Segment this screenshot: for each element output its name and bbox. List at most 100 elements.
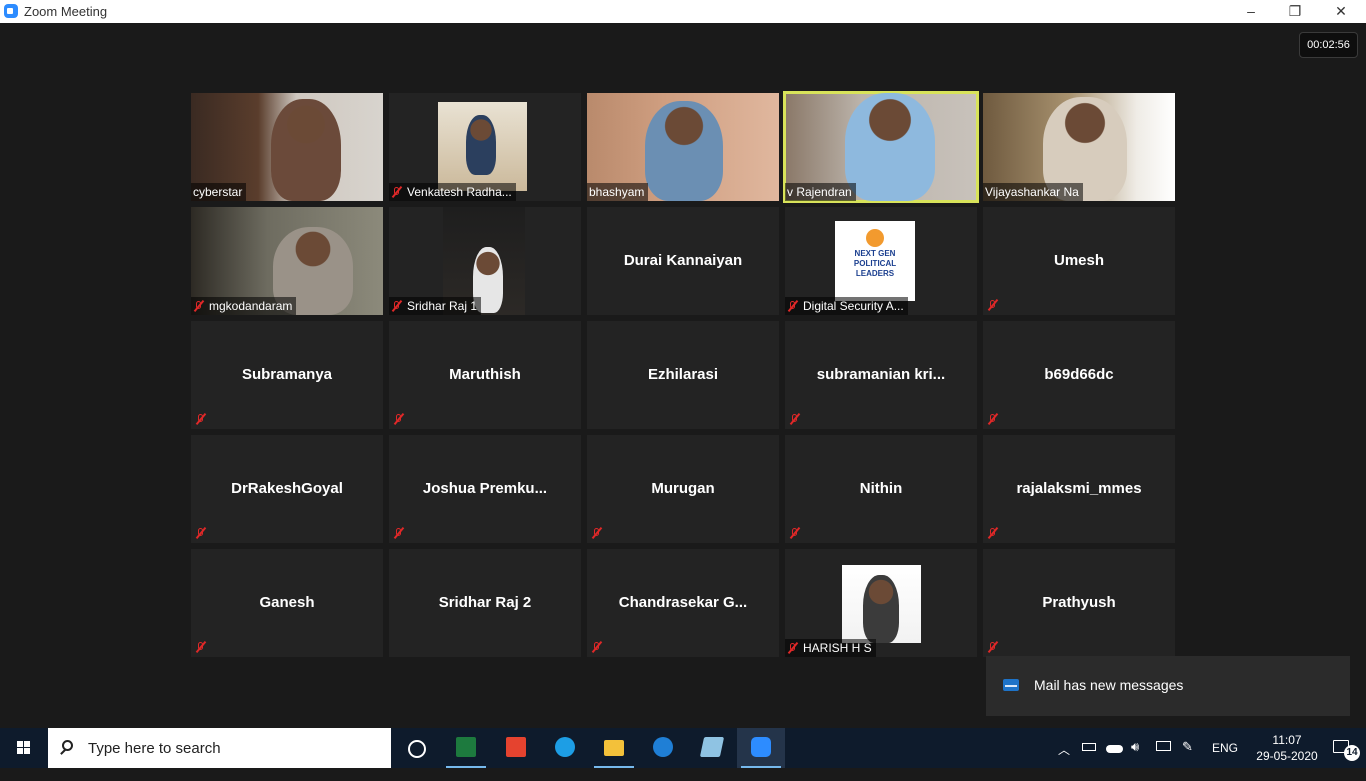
- search-placeholder: Type here to search: [88, 740, 221, 757]
- participant-name: cyberstar: [193, 185, 243, 199]
- participant-tile[interactable]: Vijayashankar Na: [983, 93, 1175, 201]
- participant-tile[interactable]: Chandrasekar G...: [587, 549, 779, 657]
- excel-taskbar-button[interactable]: [442, 728, 490, 768]
- participant-name: Umesh: [1053, 252, 1105, 269]
- task-view-icon: [408, 740, 426, 758]
- battery-icon[interactable]: [1082, 740, 1096, 754]
- participant-name: b69d66dc: [1044, 366, 1114, 383]
- participant-tile[interactable]: NEXT GEN POLITICAL LEADERS Digital Securit…: [785, 207, 977, 315]
- restore-button[interactable]: ❐: [1272, 0, 1318, 23]
- participant-video: [271, 99, 341, 201]
- taskbar-search-box[interactable]: Type here to search: [48, 728, 391, 768]
- participant-tile[interactable]: Venkatesh Radha...: [389, 93, 581, 201]
- participant-tile[interactable]: b69d66dc: [983, 321, 1175, 429]
- participant-nametag: v Rajendran: [785, 183, 856, 201]
- logo-mark-icon: [866, 229, 884, 247]
- participant-name: Sridhar Raj 2: [438, 594, 532, 611]
- participant-tile[interactable]: v Rajendran: [783, 91, 979, 203]
- participant-tile[interactable]: Prathyush: [983, 549, 1175, 657]
- participant-tile[interactable]: rajalaksmi_mmes: [983, 435, 1175, 543]
- skype-taskbar-button[interactable]: [541, 728, 589, 768]
- window-title: Zoom Meeting: [24, 4, 108, 19]
- minimize-button[interactable]: –: [1228, 0, 1274, 23]
- clock-time: 11:07: [1272, 733, 1302, 747]
- participant-tile[interactable]: Sridhar Raj 2: [389, 549, 581, 657]
- mic-muted-icon: [391, 300, 403, 312]
- mic-muted-icon: [987, 527, 999, 539]
- participant-name: Nithin: [859, 480, 903, 497]
- participant-name: Durai Kannaiyan: [623, 252, 743, 269]
- participant-tile[interactable]: Ganesh: [191, 549, 383, 657]
- file-explorer-taskbar-button[interactable]: [590, 728, 638, 768]
- participant-nametag: mgkodandaram: [191, 297, 297, 315]
- wps-taskbar-button[interactable]: [492, 728, 540, 768]
- participant-tile[interactable]: DrRakeshGoyal: [191, 435, 383, 543]
- edge-taskbar-button[interactable]: [639, 728, 687, 768]
- participant-tile[interactable]: Nithin: [785, 435, 977, 543]
- mic-muted-icon: [591, 527, 603, 539]
- participant-name: Joshua Premku...: [422, 480, 548, 497]
- participant-name: Maruthish: [449, 366, 521, 383]
- excel-icon: [456, 737, 476, 757]
- participant-name: mgkodandaram: [209, 299, 293, 313]
- participant-nametag: cyberstar: [191, 183, 247, 201]
- zoom-app-icon: [4, 4, 18, 18]
- participant-tile[interactable]: Joshua Premku...: [389, 435, 581, 543]
- taskbar-clock[interactable]: 11:07 29-05-2020: [1252, 732, 1322, 764]
- mic-muted-icon: [195, 641, 207, 653]
- participant-name: Ezhilarasi: [647, 366, 719, 383]
- file-explorer-icon: [604, 740, 624, 756]
- language-indicator[interactable]: ENG: [1212, 741, 1238, 781]
- onedrive-icon[interactable]: [1106, 740, 1124, 754]
- chevron-up-icon[interactable]: ︿: [1058, 741, 1070, 781]
- participant-tile[interactable]: Maruthish: [389, 321, 581, 429]
- participant-nametag: Digital Security A...: [785, 297, 908, 315]
- mic-muted-icon: [987, 299, 999, 311]
- participant-tile[interactable]: mgkodandaram: [191, 207, 383, 315]
- edge-icon: [653, 737, 673, 757]
- task-view-button[interactable]: [392, 728, 440, 768]
- participant-video: [466, 115, 496, 175]
- mic-muted-icon: [789, 413, 801, 425]
- network-icon[interactable]: [1156, 740, 1172, 754]
- participant-name: HARISH H S: [803, 641, 872, 655]
- participant-name: Chandrasekar G...: [618, 594, 748, 611]
- mic-muted-icon: [987, 641, 999, 653]
- title-bar: Zoom Meeting – ❐ ✕: [0, 0, 1366, 23]
- mail-icon: [1003, 679, 1019, 691]
- participant-name: DrRakeshGoyal: [231, 480, 343, 497]
- wps-icon: [506, 737, 526, 757]
- participant-name: Subramanya: [241, 366, 333, 383]
- participant-tile[interactable]: Ezhilarasi: [587, 321, 779, 429]
- start-button[interactable]: [0, 728, 48, 768]
- taskbar: Type here to search ︿ 🔊︎ ✎ ENG 11:07 29-: [0, 728, 1366, 768]
- participant-nametag: Sridhar Raj 1: [389, 297, 482, 315]
- participant-tile[interactable]: Durai Kannaiyan: [587, 207, 779, 315]
- participant-name: Ganesh: [259, 594, 315, 611]
- close-button[interactable]: ✕: [1318, 0, 1364, 23]
- participant-nametag: bhashyam: [587, 183, 649, 201]
- notepad-taskbar-button[interactable]: [688, 728, 736, 768]
- participant-tile[interactable]: bhashyam: [587, 93, 779, 201]
- clock-date: 29-05-2020: [1256, 749, 1318, 763]
- search-icon: [62, 740, 73, 751]
- participant-name: Vijayashankar Na: [985, 185, 1079, 199]
- pen-icon[interactable]: ✎: [1182, 739, 1193, 779]
- participant-name: Prathyush: [1042, 594, 1116, 611]
- participant-tile[interactable]: cyberstar: [191, 93, 383, 201]
- mail-notification-toast[interactable]: Mail has new messages: [986, 656, 1350, 716]
- mic-muted-icon: [393, 527, 405, 539]
- volume-icon[interactable]: 🔊︎: [1131, 739, 1139, 779]
- zoom-taskbar-button[interactable]: [737, 728, 785, 768]
- participant-tile[interactable]: Murugan: [587, 435, 779, 543]
- participant-tile[interactable]: Umesh: [983, 207, 1175, 315]
- participant-nametag: Venkatesh Radha...: [389, 183, 516, 201]
- participant-name: v Rajendran: [787, 185, 852, 199]
- participant-tile[interactable]: subramanian kri...: [785, 321, 977, 429]
- mic-muted-icon: [591, 641, 603, 653]
- participant-tile[interactable]: Subramanya: [191, 321, 383, 429]
- participant-tile[interactable]: Sridhar Raj 1: [389, 207, 581, 315]
- participant-tile[interactable]: HARISH H S: [785, 549, 977, 657]
- action-center-button[interactable]: 14: [1322, 728, 1366, 768]
- participant-name: Venkatesh Radha...: [407, 185, 512, 199]
